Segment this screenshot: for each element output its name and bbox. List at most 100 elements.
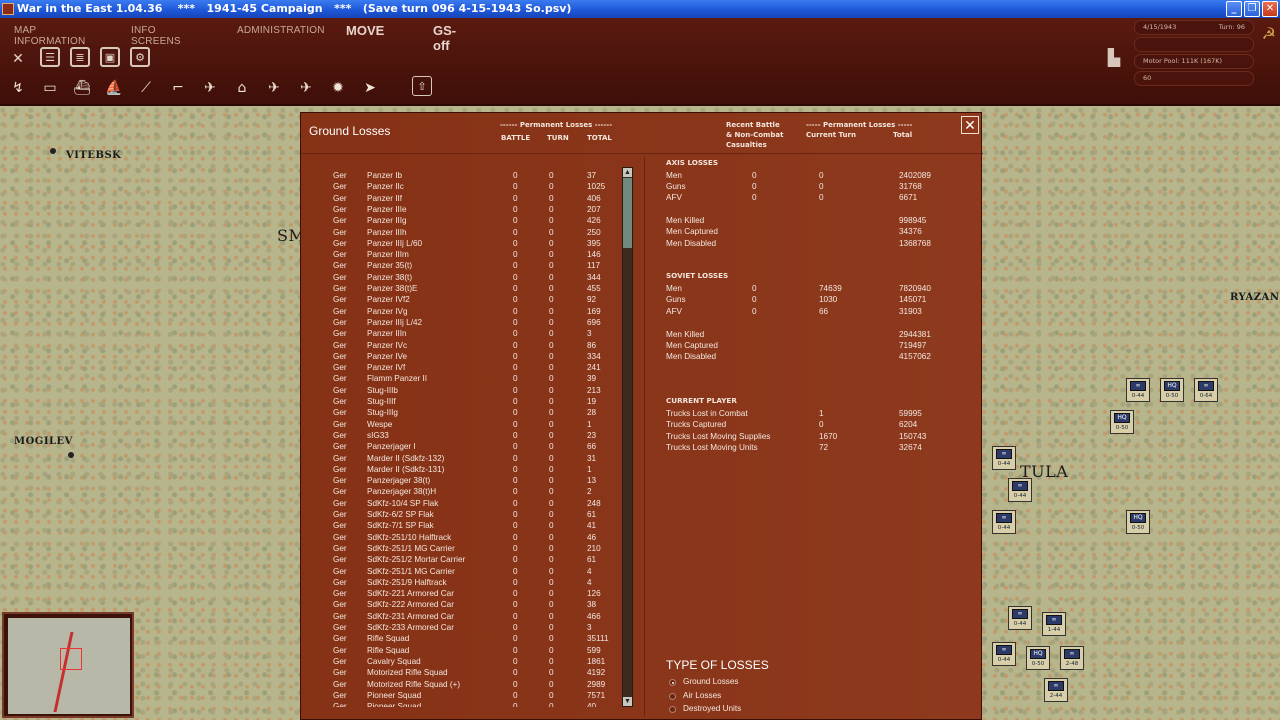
option-ground-losses[interactable]: Ground Losses xyxy=(683,677,739,686)
table-row[interactable]: Ger SdKfz-10/4 SP Flak 0 0 248 xyxy=(301,498,621,509)
radio-destroyed-units[interactable] xyxy=(669,706,676,713)
table-row[interactable]: Ger Stug-IIIb 0 0 213 xyxy=(301,385,621,396)
close-dialog-button[interactable]: ✕ xyxy=(961,116,979,134)
table-row[interactable]: Ger Panzer IIIm 0 0 146 xyxy=(301,249,621,260)
menu-info-screens[interactable]: INFO SCREENS xyxy=(131,25,181,47)
table-row[interactable]: Ger Rifle Squad 0 0 35111 xyxy=(301,633,621,644)
scroll-up-icon[interactable]: ▲ xyxy=(623,168,632,177)
table-row[interactable]: Ger Panzer Ib 0 0 37 xyxy=(301,170,621,181)
gs-toggle-button[interactable]: GS-off xyxy=(433,23,456,53)
f7-icon[interactable]: ✈ xyxy=(198,76,222,100)
table-row[interactable]: Ger Panzer IVe 0 0 334 xyxy=(301,351,621,362)
table-row[interactable]: Ger Panzer IIIj L/60 0 0 395 xyxy=(301,238,621,249)
table-row[interactable]: Ger SdKfz-6/2 SP Flak 0 0 61 xyxy=(301,509,621,520)
map-unit[interactable]: ∞ 0-64 xyxy=(1194,378,1218,402)
table-row[interactable]: Ger SdKfz-222 Armored Car 0 0 38 xyxy=(301,599,621,610)
f3-icon[interactable]: ⛴ xyxy=(70,76,94,100)
table-row[interactable]: Ger Panzer IVc 0 0 86 xyxy=(301,340,621,351)
table-row[interactable]: Ger Cavalry Squad 0 0 1861 xyxy=(301,656,621,667)
move-mode-button[interactable]: MOVE xyxy=(346,23,384,38)
map-unit[interactable]: HQ 0-50 xyxy=(1110,410,1134,434)
table-row[interactable]: Ger Panzer 38(t)E 0 0 455 xyxy=(301,283,621,294)
scroll-thumb[interactable] xyxy=(623,178,632,248)
table-row[interactable]: Ger SdKfz-231 Armored Car 0 0 466 xyxy=(301,611,621,622)
list-icon[interactable]: ≣ xyxy=(70,47,90,67)
table-row[interactable]: Ger Wespe 0 0 1 xyxy=(301,419,621,430)
maximize-button[interactable]: ❐ xyxy=(1244,1,1260,17)
close-window-button[interactable]: ✕ xyxy=(1262,1,1278,17)
table-row[interactable]: Ger Pioneer Squad 0 0 7571 xyxy=(301,690,621,701)
f2-icon[interactable]: ▭ xyxy=(38,76,62,100)
table-row[interactable]: Ger Panzerjager I 0 0 66 xyxy=(301,441,621,452)
table-row[interactable]: Ger Panzer 38(t) 0 0 344 xyxy=(301,272,621,283)
info-icon[interactable]: ⇧ xyxy=(412,76,432,96)
table-row[interactable]: Ger SdKfz-251/1 MG Carrier 0 0 210 xyxy=(301,543,621,554)
mini-map[interactable] xyxy=(2,612,134,718)
f5-icon[interactable]: ⟋ xyxy=(134,76,158,100)
losses-scrollbar[interactable]: ▲ ▼ xyxy=(622,167,633,707)
map-unit[interactable]: HQ 0-50 xyxy=(1126,510,1150,534)
table-row[interactable]: Ger Panzer IIIe 0 0 207 xyxy=(301,204,621,215)
map-unit[interactable]: ∞ 2-44 xyxy=(1044,678,1068,702)
table-row[interactable]: Ger Panzer IIIj L/42 0 0 696 xyxy=(301,317,621,328)
table-row[interactable]: Ger SdKfz-251/10 Halftrack 0 0 46 xyxy=(301,532,621,543)
menu-administration[interactable]: ADMINISTRATION xyxy=(237,25,325,36)
close-icon[interactable]: ✕ xyxy=(6,47,30,71)
map-unit[interactable]: ∞ 0-44 xyxy=(1008,478,1032,502)
table-row[interactable]: Ger Panzerjager 38(t) 0 0 13 xyxy=(301,475,621,486)
map-unit[interactable]: ∞ 2-48 xyxy=(1060,646,1084,670)
table-row[interactable]: Ger Motorized Rifle Squad (+) 0 0 2989 xyxy=(301,679,621,690)
table-row[interactable]: Ger Panzer IIIn 0 0 3 xyxy=(301,328,621,339)
table-row[interactable]: Ger Panzer IVf 0 0 241 xyxy=(301,362,621,373)
table-row[interactable]: Ger Panzer IIc 0 0 1025 xyxy=(301,181,621,192)
f11-icon[interactable]: ✹ xyxy=(326,76,350,100)
table-row[interactable]: Ger Marder II (Sdkfz-132) 0 0 31 xyxy=(301,453,621,464)
table-row[interactable]: Ger Panzer IVg 0 0 169 xyxy=(301,306,621,317)
f1-icon[interactable]: ↯ xyxy=(6,76,30,100)
map-unit[interactable]: ∞ 1-44 xyxy=(1042,612,1066,636)
map-unit[interactable]: ∞ 0-44 xyxy=(992,510,1016,534)
menu-map-information[interactable]: MAP INFORMATION xyxy=(14,25,85,47)
map-unit[interactable]: ∞ 0-44 xyxy=(992,642,1016,666)
table-row[interactable]: Ger SdKfz-251/9 Halftrack 0 0 4 xyxy=(301,577,621,588)
table-row[interactable]: Ger Motorized Rifle Squad 0 0 4192 xyxy=(301,667,621,678)
map-unit[interactable]: ∞ 0-44 xyxy=(1008,606,1032,630)
option-destroyed-units[interactable]: Destroyed Units xyxy=(683,704,741,713)
option-air-losses[interactable]: Air Losses xyxy=(683,691,721,700)
radio-air-losses[interactable] xyxy=(669,693,676,700)
f8-icon[interactable]: ⌂ xyxy=(230,76,254,100)
table-row[interactable]: Ger Panzerjager 38(t)H 0 0 2 xyxy=(301,486,621,497)
table-row[interactable]: Ger SdKfz-251/1 MG Carrier 0 0 4 xyxy=(301,566,621,577)
losses-list[interactable]: Ger Panzer Ib 0 0 37 Ger Panzer IIc 0 0 1025 Ger Pa… xyxy=(301,167,621,707)
f6-icon[interactable]: ⌐ xyxy=(166,76,190,100)
f10-icon[interactable]: ✈ xyxy=(294,76,318,100)
map-unit[interactable]: HQ 0-50 xyxy=(1026,646,1050,670)
f4-icon[interactable]: ⛵ xyxy=(102,76,126,100)
table-row[interactable]: Ger Stug-IIIf 0 0 19 xyxy=(301,396,621,407)
radio-ground-losses[interactable] xyxy=(669,679,676,686)
table-row[interactable]: Ger Panzer IIf 0 0 406 xyxy=(301,193,621,204)
table-row[interactable]: Ger Rifle Squad 0 0 599 xyxy=(301,645,621,656)
settings-icon[interactable]: ⚙ xyxy=(130,47,150,67)
minimize-button[interactable]: _ xyxy=(1226,1,1242,17)
table-row[interactable]: Ger Marder II (Sdkfz-131) 0 0 1 xyxy=(301,464,621,475)
table-row[interactable]: Ger SdKfz-7/1 SP Flak 0 0 41 xyxy=(301,520,621,531)
f12-icon[interactable]: ➤ xyxy=(358,76,382,100)
scroll-down-icon[interactable]: ▼ xyxy=(623,697,632,706)
map-unit[interactable]: ∞ 0-44 xyxy=(1126,378,1150,402)
table-row[interactable]: Ger Panzer IIIh 0 0 250 xyxy=(301,227,621,238)
table-row[interactable]: Ger Pioneer Squad 0 0 40 xyxy=(301,701,621,707)
table-row[interactable]: Ger SdKfz-221 Armored Car 0 0 126 xyxy=(301,588,621,599)
table-row[interactable]: Ger sIG33 0 0 23 xyxy=(301,430,621,441)
table-row[interactable]: Ger SdKfz-251/2 Mortar Carrier 0 0 61 xyxy=(301,554,621,565)
table-row[interactable]: Ger Panzer 35(t) 0 0 117 xyxy=(301,260,621,271)
table-row[interactable]: Ger Stug-IIIg 0 0 28 xyxy=(301,407,621,418)
table-row[interactable]: Ger Panzer IVf2 0 0 92 xyxy=(301,294,621,305)
map-unit[interactable]: ∞ 0-44 xyxy=(992,446,1016,470)
table-row[interactable]: Ger Panzer IIIg 0 0 426 xyxy=(301,215,621,226)
unit-list-icon[interactable]: ☰ xyxy=(40,47,60,67)
table-row[interactable]: Ger Flamm Panzer II 0 0 39 xyxy=(301,373,621,384)
table-row[interactable]: Ger SdKfz-233 Armored Car 0 0 3 xyxy=(301,622,621,633)
mini-map-image[interactable] xyxy=(8,618,130,714)
mini-map-viewport[interactable] xyxy=(60,648,82,670)
